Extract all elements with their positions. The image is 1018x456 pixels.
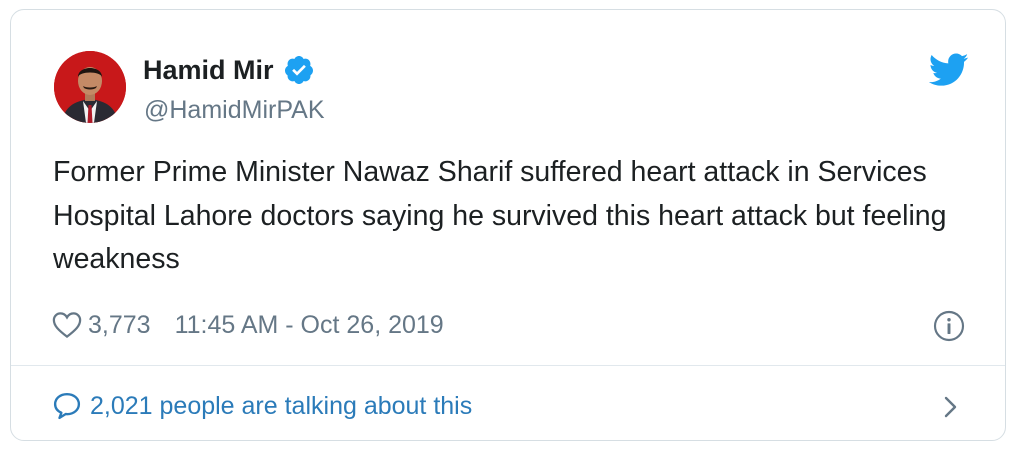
heart-icon[interactable] [52, 311, 82, 339]
info-icon[interactable] [933, 310, 965, 342]
author-name[interactable]: Hamid Mir [143, 55, 274, 86]
chevron-right-icon[interactable] [941, 392, 961, 422]
author-name-row[interactable]: Hamid Mir [143, 53, 315, 87]
divider [11, 365, 1005, 366]
tweet-text: Former Prime Minister Nawaz Sharif suffe… [53, 156, 947, 275]
conversation-link[interactable]: 2,021 people are talking about this [52, 390, 472, 422]
author-handle[interactable]: @HamidMirPAK [144, 96, 325, 125]
twitter-bird-icon[interactable] [928, 53, 969, 87]
avatar-image [54, 51, 126, 123]
verified-badge-icon [283, 54, 315, 86]
tweet-card[interactable]: Hamid Mir @HamidMirPAK Former Prime Mini… [10, 9, 1006, 441]
speech-bubble-icon [52, 391, 82, 421]
like-count[interactable]: 3,773 [88, 311, 151, 340]
avatar[interactable] [54, 51, 126, 123]
tweet-meta: 3,773 11:45 AM - Oct 26, 2019 [52, 310, 444, 340]
tweet-timestamp[interactable]: 11:45 AM - Oct 26, 2019 [175, 311, 444, 340]
conversation-count-text[interactable]: 2,021 people are talking about this [90, 392, 472, 421]
